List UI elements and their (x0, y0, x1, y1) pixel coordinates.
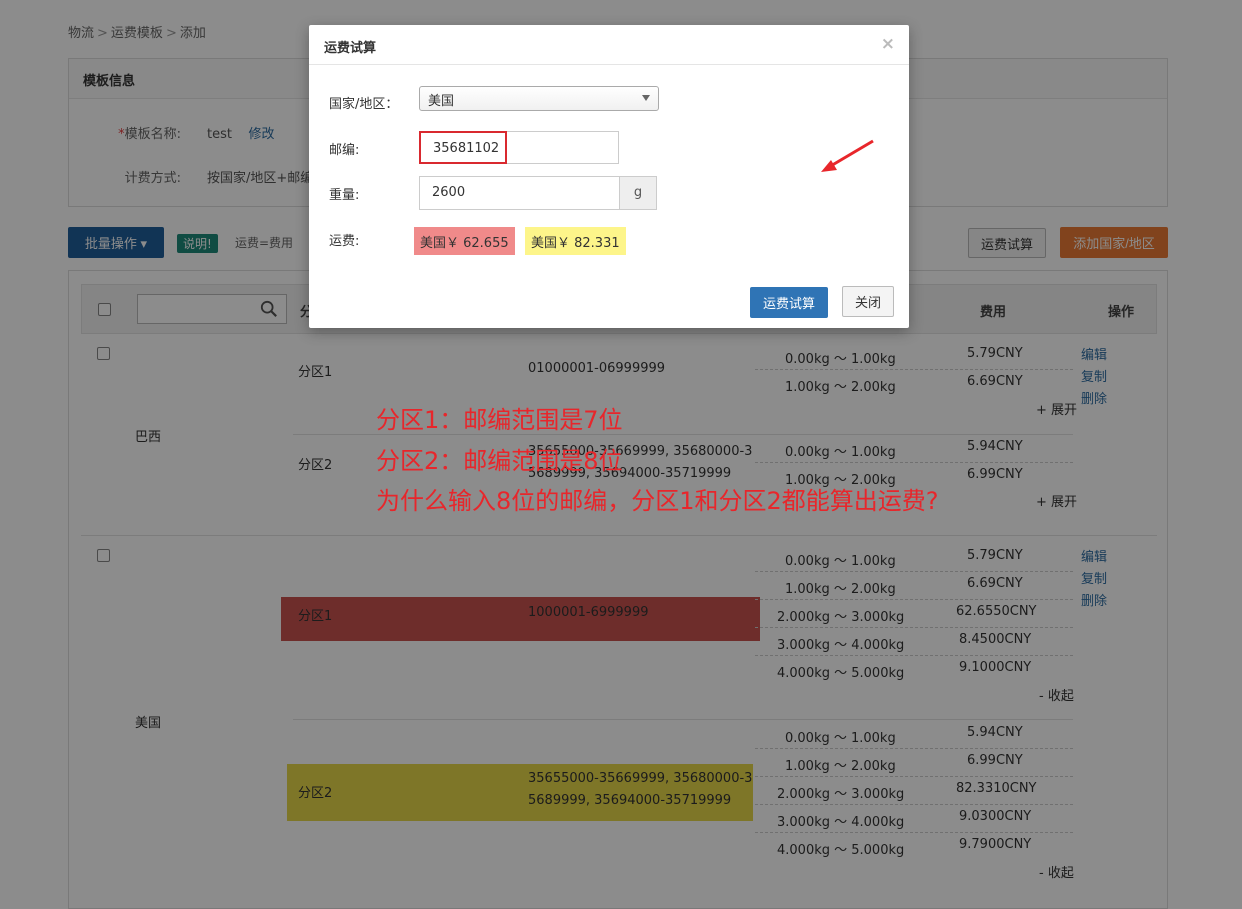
dialog-title: 运费试算 × (309, 25, 909, 65)
close-icon[interactable]: × (881, 34, 895, 54)
annotation-line-2: 分区2：邮编范围是8位 (376, 447, 623, 475)
country-select-value: 美国 (428, 94, 455, 109)
fee-label: 运费: (329, 234, 360, 249)
zip-label: 邮编: (329, 143, 360, 158)
chevron-down-icon (642, 95, 650, 101)
weight-unit: g (619, 176, 657, 210)
country-select[interactable]: 美国 (419, 86, 659, 111)
fee-result-zone1: 美国￥ 62.655 (414, 227, 515, 255)
annotation-line-3: 为什么输入8位的邮编，分区1和分区2都能算出运费? (376, 487, 939, 515)
fee-result-zone2: 美国￥ 82.331 (525, 227, 626, 255)
weight-input[interactable]: 2600 (419, 176, 621, 210)
close-button[interactable]: 关闭 (842, 286, 894, 317)
zip-input[interactable]: 35681102 (419, 131, 507, 164)
calc-button[interactable]: 运费试算 (750, 287, 828, 318)
annotation-line-1: 分区1：邮编范围是7位 (376, 406, 623, 434)
country-label: 国家/地区： (329, 97, 399, 112)
weight-label: 重量: (329, 188, 360, 203)
freight-calc-dialog: 运费试算 × 国家/地区： 美国 邮编: 35681102 重量: 2600 g… (309, 25, 909, 328)
red-arrow-icon (821, 139, 874, 172)
